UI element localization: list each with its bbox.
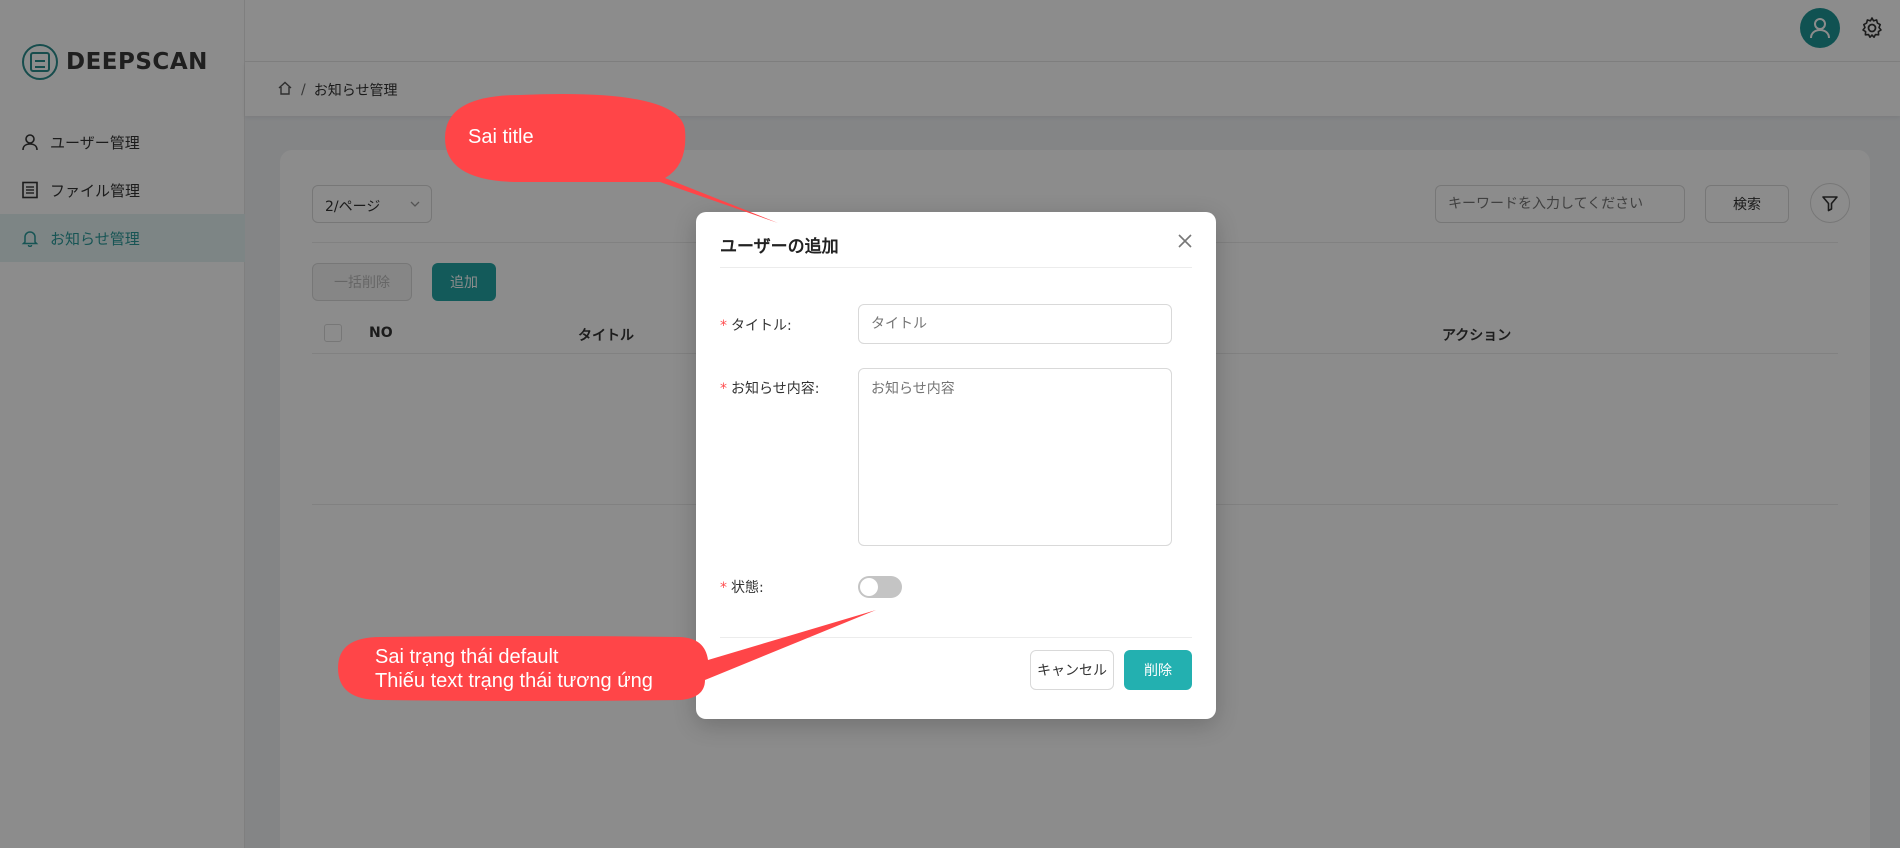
content-textarea[interactable] [858, 368, 1172, 546]
divider [720, 267, 1192, 268]
title-field-label: * タイトル: [720, 318, 792, 334]
close-icon[interactable] [1174, 230, 1196, 252]
annotation-text-bottom-1: Sai trạng thái default [375, 646, 559, 668]
modal-title: ユーザーの追加 [720, 237, 839, 257]
annotation-text-top: Sai title [468, 126, 534, 148]
annotation-text-bottom-2: Thiếu text trạng thái tương ứng [375, 670, 653, 692]
status-field-label: * 状態: [720, 580, 764, 596]
title-input[interactable] [858, 304, 1172, 344]
submit-button[interactable]: 削除 [1124, 650, 1192, 690]
divider [720, 637, 1192, 638]
content-field-label: * お知らせ内容: [720, 381, 820, 397]
cancel-button[interactable]: キャンセル [1030, 650, 1114, 690]
add-notice-modal: ユーザーの追加 *タイトル: *お知らせ内容: *状態: キャンセル 削除 [696, 212, 1216, 719]
toggle-knob [860, 578, 878, 596]
status-toggle[interactable] [858, 576, 902, 598]
